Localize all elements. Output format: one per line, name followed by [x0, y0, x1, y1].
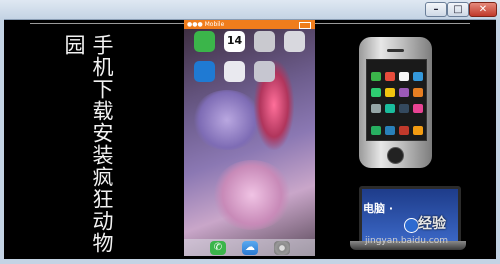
messages-icon[interactable] [194, 31, 215, 52]
slide-title: 手机下载安装疯狂动物园 [62, 34, 114, 254]
wallpaper-flower [212, 160, 292, 230]
window-border-right [496, 19, 500, 264]
phone-icon[interactable]: ✆ [210, 241, 226, 255]
maximize-button[interactable]: □ [447, 2, 469, 17]
watermark-url: jingyan.baidu.com [365, 236, 449, 246]
settings-icon[interactable] [274, 241, 290, 255]
window-titlebar: – □ ✕ [0, 0, 500, 20]
phone-status-bar: ●●● Mobile [184, 20, 315, 29]
folder-icon[interactable] [254, 61, 275, 82]
iphone-image [359, 37, 432, 168]
close-button[interactable]: ✕ [469, 2, 497, 17]
calendar-day: 14 [226, 34, 243, 47]
watermark-brand: 经验 [418, 216, 446, 232]
folder-icon[interactable] [254, 31, 275, 52]
window-border-left [0, 19, 4, 264]
iphone-screen [366, 59, 427, 141]
window-border-bottom [0, 259, 500, 264]
calendar-icon[interactable]: 14 [224, 31, 245, 52]
home-button-icon [387, 147, 404, 164]
folder-icon[interactable] [284, 31, 305, 52]
app-store-icon[interactable] [194, 61, 215, 82]
minimize-button[interactable]: – [425, 2, 447, 17]
laptop-screen-text: 电脑 · [363, 202, 394, 215]
phone-screenshot: ●●● Mobile 14 ✆ ☁ [184, 20, 315, 256]
carrier-label: ●●● Mobile [187, 21, 225, 28]
battery-icon [299, 22, 311, 29]
iphone-speaker [387, 49, 404, 52]
baidu-paw-icon [404, 218, 419, 233]
wallpaper-flower [192, 90, 262, 150]
folder-icon[interactable] [224, 61, 245, 82]
weather-icon[interactable]: ☁ [242, 241, 258, 255]
phone-dock: ✆ ☁ [184, 239, 315, 256]
